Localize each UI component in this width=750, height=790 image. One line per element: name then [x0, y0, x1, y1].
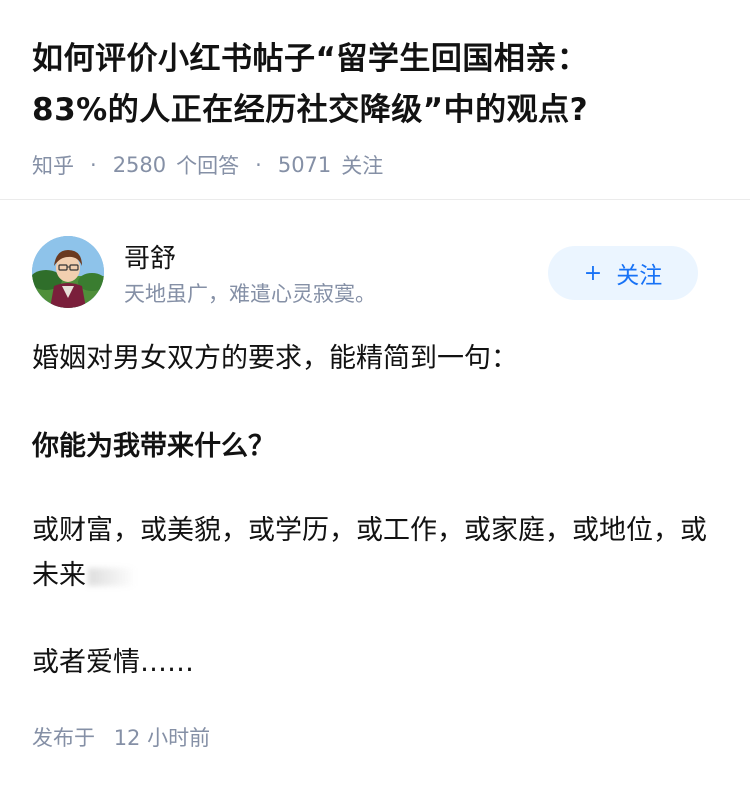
answer-paragraph-bold: 你能为我带来什么？	[32, 431, 275, 462]
plus-icon: +	[583, 260, 603, 286]
question-title[interactable]: 如何评价小红书帖子“留学生回国相亲： 83%的人正在经历社交降级”中的观点?	[32, 34, 722, 136]
follow-button-label: 关注	[616, 263, 663, 289]
answers-label: 个回答	[176, 154, 240, 178]
answer-paragraph: 婚姻对男女双方的要求，能精简到一句：	[32, 343, 518, 374]
source-label[interactable]: 知乎	[32, 150, 74, 180]
meta-separator: ·	[255, 153, 262, 177]
section-divider	[0, 199, 750, 200]
question-title-line1: 如何评价小红书帖子“留学生回国相亲：	[32, 41, 589, 77]
follow-button[interactable]: + 关注	[548, 246, 698, 300]
question-meta: 知乎 · 2580 个回答 · 5071 关注	[32, 150, 722, 180]
author-bio: 天地虽广，难遣心灵寂寞。	[124, 282, 376, 306]
question-header: 如何评价小红书帖子“留学生回国相亲： 83%的人正在经历社交降级”中的观点? 知…	[32, 34, 722, 180]
author-name[interactable]: 哥舒	[124, 238, 176, 275]
answers-count: 2580	[112, 153, 167, 177]
meta-separator: ·	[90, 153, 97, 177]
text-fade-overlay	[88, 567, 136, 586]
published-info: 发布于 12 小时前	[32, 722, 210, 752]
question-title-line2: 83%的人正在经历社交降级”中的观点?	[32, 92, 589, 128]
published-label: 发布于	[32, 726, 95, 750]
answer-paragraph: 或者爱情……	[32, 647, 194, 678]
author-card: 哥舒 天地虽广，难遣心灵寂寞。 + 关注	[32, 236, 718, 310]
followers-label: 关注	[341, 154, 384, 178]
published-time: 12 小时前	[113, 726, 211, 750]
answer-paragraph: 或财富，或美貌，或学历，或工作，或家庭，或地位，或未来	[32, 508, 712, 598]
avatar[interactable]	[32, 236, 104, 308]
followers-count: 5071	[277, 153, 332, 177]
